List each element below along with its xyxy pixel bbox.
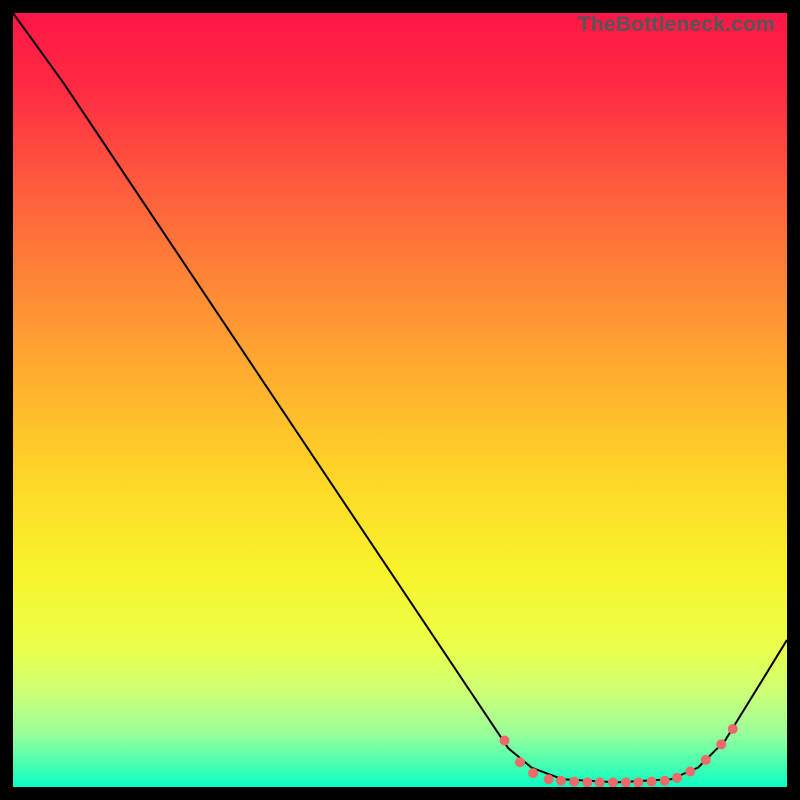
marker-point (608, 777, 618, 787)
marker-point (672, 773, 682, 783)
marker-point (701, 755, 711, 765)
gradient-background (13, 13, 787, 787)
chart-frame: TheBottleneck.com (13, 13, 787, 787)
marker-point (621, 777, 631, 787)
marker-point (716, 739, 726, 749)
marker-point (515, 757, 525, 767)
marker-point (556, 776, 566, 786)
marker-point (595, 777, 605, 787)
marker-point (728, 724, 738, 734)
marker-point (633, 777, 643, 787)
marker-point (528, 768, 538, 778)
marker-point (660, 776, 670, 786)
marker-point (569, 777, 579, 787)
chart-svg (13, 13, 787, 787)
marker-point (499, 736, 509, 746)
marker-point (544, 774, 554, 784)
marker-point (582, 777, 592, 787)
marker-point (685, 767, 695, 777)
marker-point (647, 777, 657, 787)
watermark-text: TheBottleneck.com (578, 13, 775, 37)
